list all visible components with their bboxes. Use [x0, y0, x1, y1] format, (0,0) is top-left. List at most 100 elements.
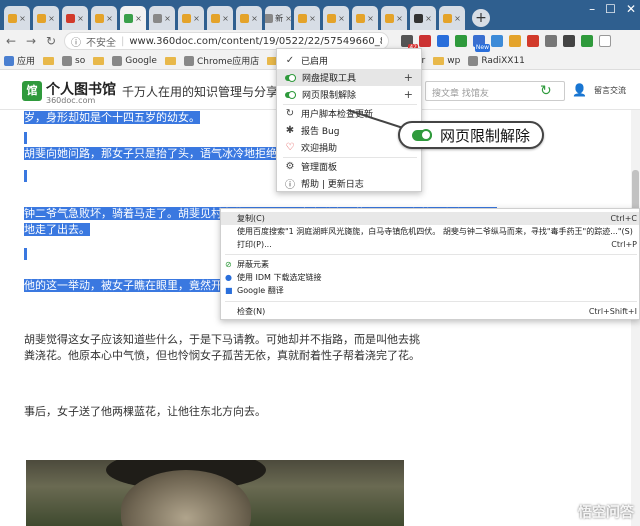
- extension-new-icon[interactable]: New: [473, 35, 490, 52]
- message-link[interactable]: 留言交流: [594, 85, 626, 96]
- menu-item-dashboard[interactable]: ⚙ 管理面板: [277, 158, 421, 175]
- extension-globe-icon[interactable]: [491, 35, 503, 47]
- tab-close-icon[interactable]: ×: [48, 14, 55, 23]
- tab-close-icon[interactable]: ×: [285, 14, 291, 23]
- bookmark-item[interactable]: Chrome应用店: [183, 54, 259, 67]
- tab-close-icon[interactable]: ×: [251, 14, 258, 23]
- info-icon[interactable]: ⓘ: [71, 34, 81, 49]
- bookmark-item[interactable]: so: [62, 55, 85, 66]
- plus-icon[interactable]: +: [404, 88, 413, 101]
- refresh-icon[interactable]: ↻: [540, 83, 552, 99]
- check-icon: ✓: [285, 55, 295, 66]
- bookmark-item[interactable]: RadiXX11: [468, 55, 525, 66]
- browser-tab[interactable]: ×: [178, 6, 204, 30]
- minimize-icon[interactable]: –: [589, 2, 595, 16]
- menu-item-enabled[interactable]: ✓ 已启用: [277, 52, 421, 69]
- browser-tab[interactable]: ×: [4, 6, 30, 30]
- tab-close-icon[interactable]: ×: [396, 14, 403, 23]
- menu-item-help[interactable]: ⓘ 帮助 | 更新日志: [277, 175, 421, 192]
- browser-tab[interactable]: ×: [91, 6, 117, 30]
- browser-tab[interactable]: ×: [62, 6, 88, 30]
- bookmark-label: 应用: [17, 57, 36, 67]
- close-window-icon[interactable]: ✕: [626, 2, 636, 16]
- tab-close-icon[interactable]: ×: [338, 14, 345, 23]
- browser-tab[interactable]: ×: [149, 6, 175, 30]
- context-item-copy[interactable]: 复制(C) Ctrl+C: [221, 212, 639, 225]
- context-item-baidu-search[interactable]: 使用百度搜索"1 洞庭湖畔风光旖旎，白马寺镇危机四伏。 胡斐与钟二爷纵马而来，寻…: [221, 225, 639, 238]
- tab-favicon-icon: [385, 13, 395, 23]
- tab-close-icon[interactable]: ×: [106, 14, 113, 23]
- site-favicon-icon: [183, 55, 194, 66]
- browser-tab[interactable]: ×: [381, 6, 407, 30]
- forward-icon[interactable]: →: [24, 34, 38, 48]
- callout-bubble: 网页限制解除: [398, 121, 544, 149]
- reload-icon[interactable]: ↻: [44, 34, 58, 48]
- tab-favicon-icon: [66, 13, 76, 23]
- extension-dark-icon[interactable]: [563, 35, 575, 47]
- menu-item-check-updates[interactable]: ↻ 用户脚本检查更新: [277, 105, 421, 122]
- browser-tab[interactable]: ×: [120, 6, 146, 30]
- bookmark-item[interactable]: [164, 56, 176, 65]
- bookmark-item[interactable]: 应用: [4, 54, 35, 67]
- back-icon[interactable]: ←: [4, 34, 18, 48]
- bookmark-item[interactable]: [93, 56, 105, 65]
- extension-badge-new: New: [474, 44, 490, 52]
- bookmark-item[interactable]: [43, 56, 55, 65]
- tab-close-icon[interactable]: ×: [193, 14, 200, 23]
- extension-red2-icon[interactable]: [527, 35, 539, 47]
- tab-close-icon[interactable]: ×: [135, 14, 142, 23]
- browser-tab[interactable]: ×: [236, 6, 262, 30]
- maximize-icon[interactable]: ☐: [605, 2, 616, 16]
- browser-tab[interactable]: 新 ×: [265, 6, 291, 30]
- menu-item-unlock-restrictions[interactable]: 网页限制解除 +: [277, 86, 421, 103]
- bookmark-label: wp: [447, 55, 461, 66]
- selected-text: 地走了出去。: [24, 223, 90, 236]
- browser-tab[interactable]: ×: [294, 6, 320, 30]
- selected-text: 岁，身形却如是个十四五岁的幼女。: [24, 111, 200, 124]
- context-item-inspect[interactable]: 检查(N) Ctrl+Shift+I: [221, 305, 639, 318]
- menu-item-pan-tool[interactable]: 网盘提取工具 +: [277, 69, 421, 86]
- selection-marker: [24, 248, 27, 260]
- tab-close-icon[interactable]: ×: [222, 14, 229, 23]
- browser-tab[interactable]: ×: [410, 6, 436, 30]
- bookmark-item[interactable]: Google: [112, 55, 157, 66]
- google-translate-icon: ■: [225, 286, 233, 295]
- tab-close-icon[interactable]: ×: [425, 14, 432, 23]
- site-logo-icon[interactable]: 馆: [22, 81, 42, 101]
- user-icon[interactable]: 👤: [572, 83, 587, 97]
- context-item-google-translate[interactable]: ■ Google 翻译: [221, 284, 639, 297]
- new-tab-button[interactable]: +: [472, 9, 490, 27]
- extension-orange-icon[interactable]: [509, 35, 521, 47]
- toggle-on-icon[interactable]: [285, 73, 296, 82]
- extension-menu: ✓ 已启用 网盘提取工具 + 网页限制解除 + ↻ 用户脚本检查更新 ✱ 报告 …: [276, 48, 422, 192]
- tampermonkey-icon[interactable]: 42: [401, 35, 418, 52]
- extension-g-icon[interactable]: [599, 35, 611, 47]
- browser-tab[interactable]: ×: [33, 6, 59, 30]
- toggle-on-icon[interactable]: [285, 90, 296, 99]
- browser-tab[interactable]: ×: [439, 6, 465, 30]
- callout-label: 网页限制解除: [440, 126, 531, 145]
- browser-tab[interactable]: ×: [207, 6, 233, 30]
- tab-close-icon[interactable]: ×: [19, 14, 26, 23]
- context-item-print[interactable]: 打印(P)... Ctrl+P: [221, 238, 639, 251]
- browser-tab[interactable]: ×: [352, 6, 378, 30]
- extension-green2-icon[interactable]: [581, 35, 593, 47]
- extension-green-icon[interactable]: [455, 35, 467, 47]
- bookmark-item[interactable]: wp: [433, 56, 460, 66]
- folder-icon: [164, 56, 176, 65]
- extension-grey-icon[interactable]: [545, 35, 557, 47]
- tab-close-icon[interactable]: ×: [77, 14, 84, 23]
- plus-icon[interactable]: +: [404, 71, 413, 84]
- tab-close-icon[interactable]: ×: [309, 14, 316, 23]
- url-text: www.360doc.com/content/19/0522/22/575496…: [129, 35, 382, 47]
- browser-tab[interactable]: ×: [323, 6, 349, 30]
- context-item-idm-download[interactable]: ● 使用 IDM 下载选定链接: [221, 271, 639, 284]
- tab-close-icon[interactable]: ×: [367, 14, 374, 23]
- tab-favicon-icon: [211, 13, 221, 23]
- context-item-block-element[interactable]: ⊘ 屏蔽元素: [221, 258, 639, 271]
- tab-close-icon[interactable]: ×: [454, 14, 461, 23]
- article-photo: [26, 460, 404, 526]
- extension-red-icon[interactable]: [419, 35, 431, 47]
- extension-blue-icon[interactable]: [437, 35, 449, 47]
- tab-close-icon[interactable]: ×: [164, 14, 171, 23]
